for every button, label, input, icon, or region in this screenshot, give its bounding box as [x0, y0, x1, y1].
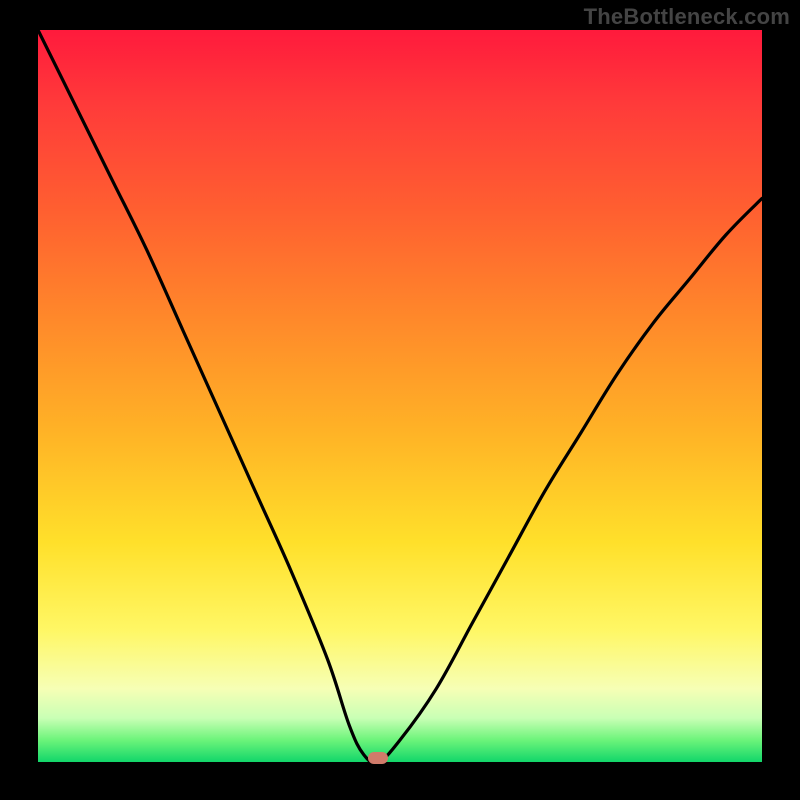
- bottleneck-curve: [38, 30, 762, 762]
- curve-path: [38, 30, 762, 763]
- watermark-text: TheBottleneck.com: [584, 4, 790, 30]
- plot-area: [38, 30, 762, 762]
- optimal-point-marker: [368, 752, 388, 764]
- chart-frame: TheBottleneck.com: [0, 0, 800, 800]
